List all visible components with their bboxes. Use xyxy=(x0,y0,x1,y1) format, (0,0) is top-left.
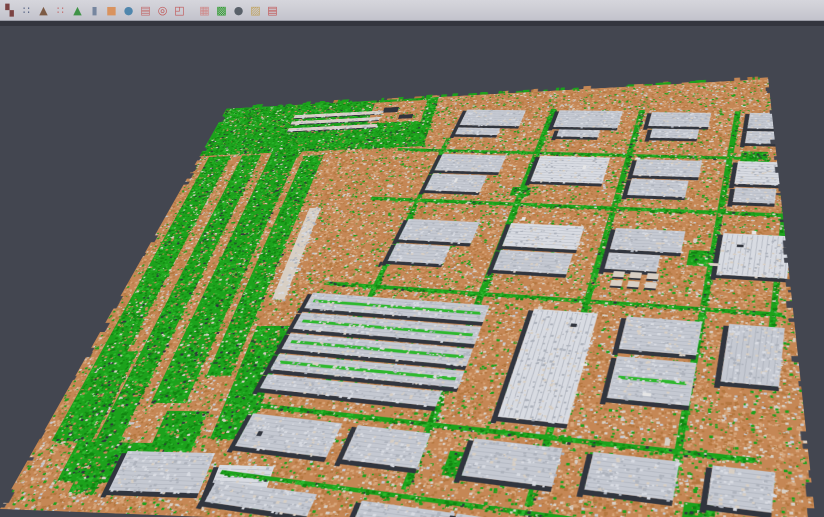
point-cloud-icon[interactable]: ∷ xyxy=(53,3,68,18)
flag-icon[interactable]: ▤ xyxy=(265,3,280,18)
image-icon[interactable]: ▩ xyxy=(214,3,229,18)
dropper-icon[interactable]: ▮ xyxy=(87,3,102,18)
3d-viewport[interactable] xyxy=(0,21,824,517)
main-toolbar: ▚∷▲∷▲▮■●▤◎◰▦▩●▨▤ xyxy=(0,0,824,21)
crop-icon[interactable]: ◰ xyxy=(172,3,187,18)
mesh-icon[interactable]: ▲ xyxy=(36,3,51,18)
point-cloud-render[interactable] xyxy=(0,76,818,517)
globe-icon[interactable]: ● xyxy=(121,3,136,18)
point-pick-icon[interactable]: ∷ xyxy=(19,3,34,18)
sphere-icon[interactable]: ● xyxy=(231,3,246,18)
terrain-icon[interactable]: ▲ xyxy=(70,3,85,18)
ortho-view-icon[interactable]: ■ xyxy=(104,3,119,18)
annotation-icon[interactable]: ▨ xyxy=(248,3,263,18)
raster-icon[interactable]: ▦ xyxy=(197,3,212,18)
histogram-icon[interactable]: ▤ xyxy=(138,3,153,18)
application-window: ▚∷▲∷▲▮■●▤◎◰▦▩●▨▤ xyxy=(0,0,824,517)
open-icon[interactable]: ▚ xyxy=(2,3,17,18)
target-icon[interactable]: ◎ xyxy=(155,3,170,18)
